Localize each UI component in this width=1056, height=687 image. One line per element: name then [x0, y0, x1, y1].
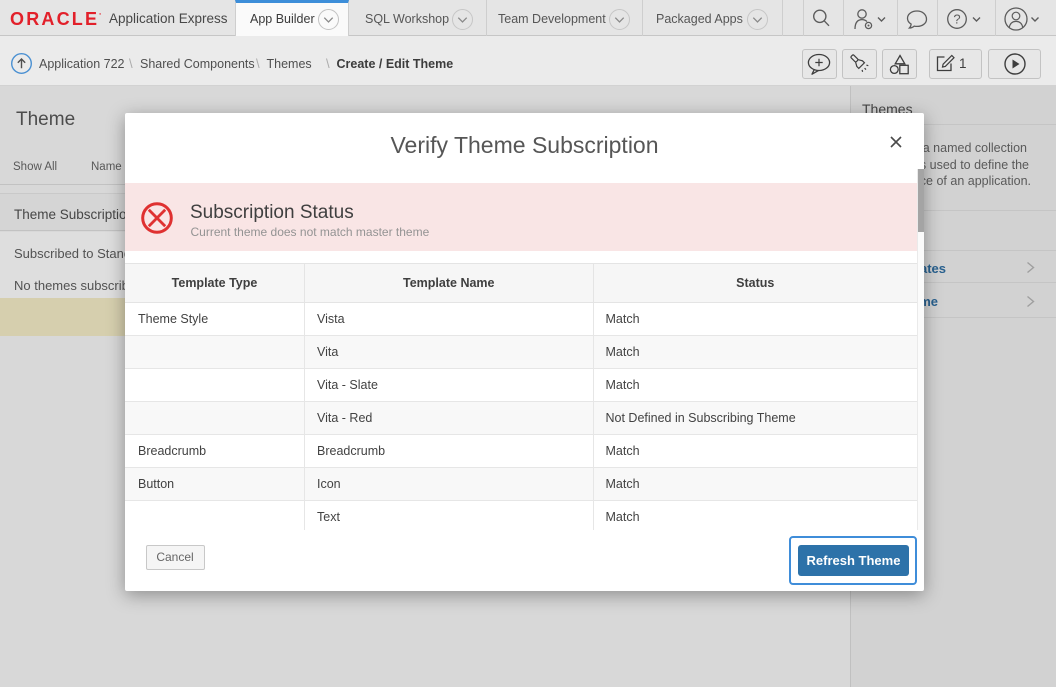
svg-text:?: ? [953, 12, 960, 27]
